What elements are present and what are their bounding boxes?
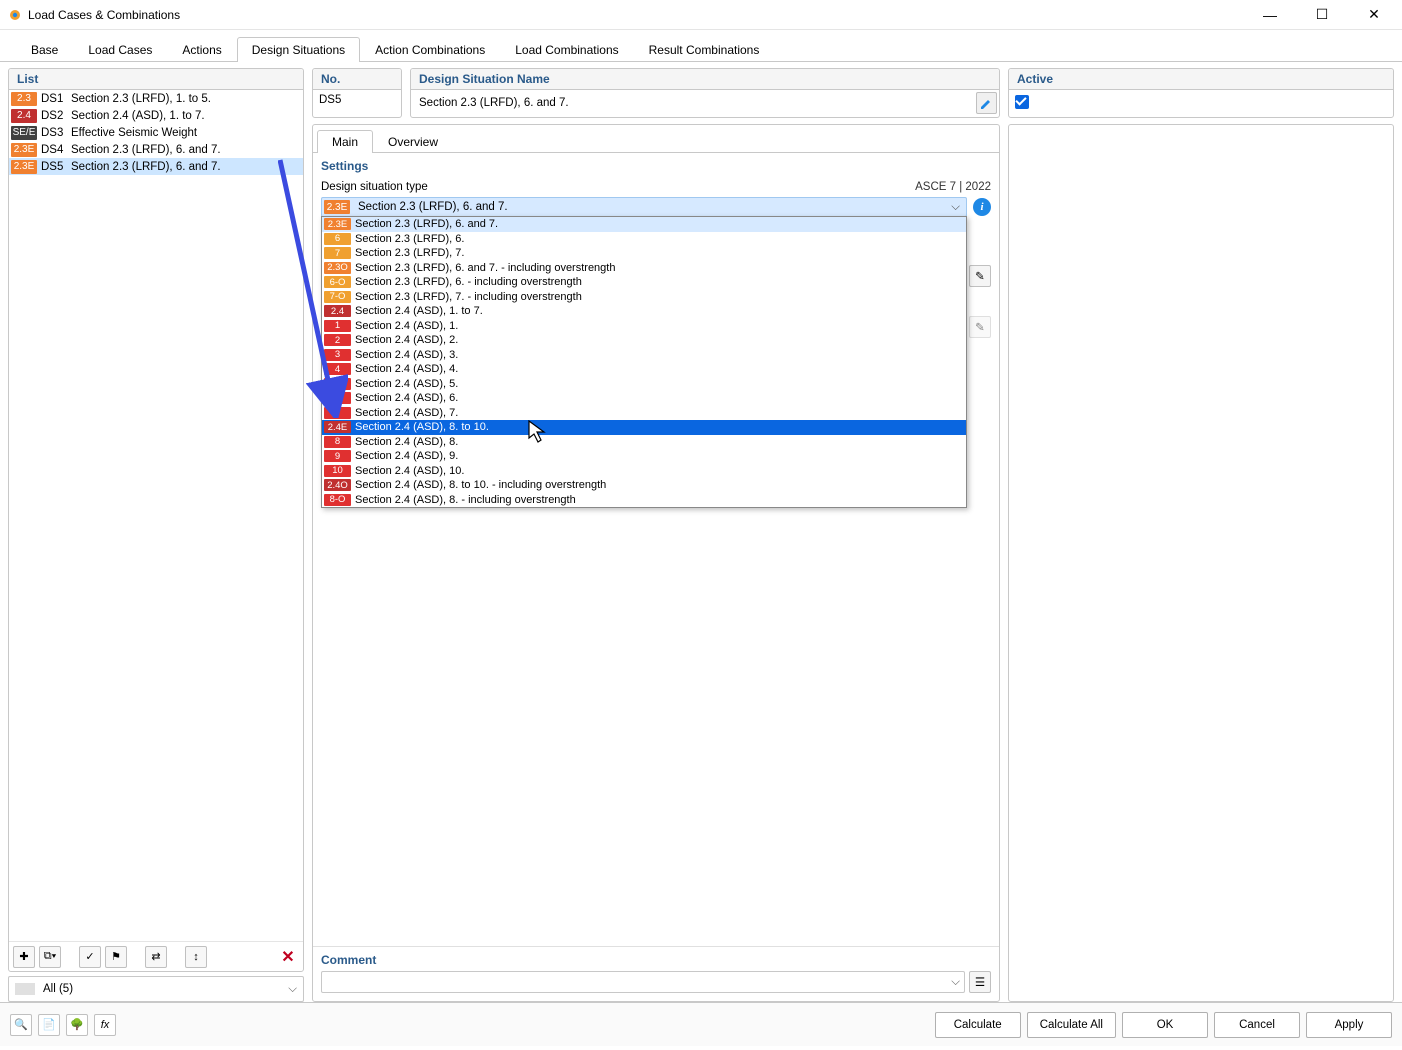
list-panel: List 2.3DS1Section 2.3 (LRFD), 1. to 5.2… [8, 68, 304, 972]
apply-button[interactable]: Apply [1306, 1012, 1392, 1038]
tab-actions[interactable]: Actions [167, 37, 236, 62]
tab-load-combinations[interactable]: Load Combinations [500, 37, 633, 62]
cancel-button[interactable]: Cancel [1214, 1012, 1300, 1038]
selected-text: Section 2.3 (LRFD), 6. and 7. [354, 201, 945, 213]
tab-action-combinations[interactable]: Action Combinations [360, 37, 500, 62]
tab-base[interactable]: Base [16, 37, 73, 62]
name-label: Design Situation Name [411, 69, 999, 90]
comment-label: Comment [321, 953, 991, 971]
dropdown-option[interactable]: 2Section 2.4 (ASD), 2. [322, 333, 966, 348]
flag-button[interactable]: ⚑ [105, 946, 127, 968]
dropdown-option[interactable]: 7Section 2.4 (ASD), 7. [322, 406, 966, 421]
dropdown-option[interactable]: 3Section 2.4 (ASD), 3. [322, 348, 966, 363]
pencil-icon [980, 97, 992, 109]
tab-result-combinations[interactable]: Result Combinations [634, 37, 775, 62]
copy-item-button[interactable]: ⧉▾ [39, 946, 61, 968]
dropdown-option[interactable]: 2.3OSection 2.3 (LRFD), 6. and 7. - incl… [322, 261, 966, 276]
dropdown-option[interactable]: 10Section 2.4 (ASD), 10. [322, 464, 966, 479]
link-button[interactable]: ⇄ [145, 946, 167, 968]
titlebar: Load Cases & Combinations ― ☐ ✕ [0, 0, 1402, 30]
tool-search-button[interactable]: 🔍 [10, 1014, 32, 1036]
subtab-overview[interactable]: Overview [373, 130, 453, 153]
active-panel: Active [1008, 68, 1394, 118]
wizard-edit-button[interactable]: ✎ [969, 265, 991, 287]
tool-fx-button[interactable]: fx [94, 1014, 116, 1036]
edit-name-button[interactable] [976, 92, 997, 114]
maximize-button[interactable]: ☐ [1302, 1, 1342, 29]
no-field[interactable] [313, 90, 401, 110]
footer: 🔍 📄 🌳 fx Calculate Calculate All OK Canc… [0, 1002, 1402, 1046]
type-dropdown[interactable]: 2.3E Section 2.3 (LRFD), 6. and 7. ⌵ 2.3… [321, 197, 967, 217]
close-button[interactable]: ✕ [1354, 1, 1394, 29]
subtab-strip: MainOverview [313, 125, 999, 153]
check-button[interactable]: ✓ [79, 946, 101, 968]
list-toolbar: ✚ ⧉▾ ✓ ⚑ ⇄ ↕ ✕ [9, 941, 303, 971]
filter-value: All (5) [43, 983, 288, 995]
main-tabstrip: BaseLoad CasesActionsDesign SituationsAc… [0, 34, 1402, 62]
chevron-down-icon: ⌵ [945, 201, 966, 214]
dropdown-option[interactable]: 8-OSection 2.4 (ASD), 8. - including ove… [322, 493, 966, 508]
right-empty-panel [1008, 124, 1394, 1002]
dropdown-option[interactable]: 2.4Section 2.4 (ASD), 1. to 7. [322, 304, 966, 319]
dropdown-option[interactable]: 1Section 2.4 (ASD), 1. [322, 319, 966, 334]
list-header: List [9, 69, 303, 90]
list-item[interactable]: 2.4DS2Section 2.4 (ASD), 1. to 7. [9, 107, 303, 124]
list-item[interactable]: SE/EDS3Effective Seismic Weight [9, 124, 303, 141]
calculate-all-button[interactable]: Calculate All [1027, 1012, 1116, 1038]
dropdown-option[interactable]: 9Section 2.4 (ASD), 9. [322, 449, 966, 464]
ds-list[interactable]: 2.3DS1Section 2.3 (LRFD), 1. to 5.2.4DS2… [9, 90, 303, 941]
dropdown-option[interactable]: 2.4OSection 2.4 (ASD), 8. to 10. - inclu… [322, 478, 966, 493]
type-label: Design situation type [321, 181, 428, 193]
main-panel: MainOverview Settings Design situation t… [312, 124, 1000, 1002]
standard-text: ASCE 7 | 2022 [915, 181, 991, 193]
dropdown-option[interactable]: 4Section 2.4 (ASD), 4. [322, 362, 966, 377]
new-item-button[interactable]: ✚ [13, 946, 35, 968]
dropdown-option[interactable]: 7Section 2.3 (LRFD), 7. [322, 246, 966, 261]
no-panel: No. [312, 68, 402, 118]
no-label: No. [313, 69, 401, 90]
active-checkbox[interactable] [1015, 95, 1029, 109]
dropdown-option[interactable]: 6-OSection 2.3 (LRFD), 6. - including ov… [322, 275, 966, 290]
name-panel: Design Situation Name [410, 68, 1000, 118]
minimize-button[interactable]: ― [1250, 1, 1290, 29]
calculate-button[interactable]: Calculate [935, 1012, 1021, 1038]
dropdown-option[interactable]: 5Section 2.4 (ASD), 5. [322, 377, 966, 392]
settings-title: Settings [313, 153, 999, 175]
ok-button[interactable]: OK [1122, 1012, 1208, 1038]
tool-sheet-button[interactable]: 📄 [38, 1014, 60, 1036]
chevron-down-icon: ⌵ [288, 983, 297, 996]
tab-load-cases[interactable]: Load Cases [73, 37, 167, 62]
dropdown-option[interactable]: 6Section 2.4 (ASD), 6. [322, 391, 966, 406]
list-item[interactable]: 2.3EDS5Section 2.3 (LRFD), 6. and 7. [9, 158, 303, 175]
dropdown-option[interactable]: 7-OSection 2.3 (LRFD), 7. - including ov… [322, 290, 966, 305]
dropdown-option[interactable]: 6Section 2.3 (LRFD), 6. [322, 232, 966, 247]
sort-button[interactable]: ↕ [185, 946, 207, 968]
filter-swatch [15, 983, 35, 995]
filter-dropdown[interactable]: All (5) ⌵ [8, 976, 304, 1002]
window-title: Load Cases & Combinations [28, 8, 1250, 22]
list-item[interactable]: 2.3EDS4Section 2.3 (LRFD), 6. and 7. [9, 141, 303, 158]
dropdown-option[interactable]: 2.3ESection 2.3 (LRFD), 6. and 7. [322, 217, 966, 232]
name-field[interactable] [413, 93, 972, 113]
tool-tree-button[interactable]: 🌳 [66, 1014, 88, 1036]
comment-dropdown[interactable]: ⌵ [321, 971, 965, 993]
dropdown-option[interactable]: 2.4ESection 2.4 (ASD), 8. to 10. [322, 420, 966, 435]
tab-design-situations[interactable]: Design Situations [237, 37, 360, 62]
dropdown-option[interactable]: 8Section 2.4 (ASD), 8. [322, 435, 966, 450]
comment-edit-button[interactable]: ☰ [969, 971, 991, 993]
app-icon [8, 8, 22, 22]
list-item[interactable]: 2.3DS1Section 2.3 (LRFD), 1. to 5. [9, 90, 303, 107]
subtab-main[interactable]: Main [317, 130, 373, 153]
delete-button[interactable]: ✕ [277, 946, 299, 968]
consider-edit-button: ✎ [969, 316, 991, 338]
selected-badge: 2.3E [324, 200, 350, 214]
active-label: Active [1009, 69, 1393, 90]
info-button[interactable]: i [973, 198, 991, 216]
type-dropdown-list[interactable]: 2.3ESection 2.3 (LRFD), 6. and 7.6Sectio… [321, 216, 967, 508]
